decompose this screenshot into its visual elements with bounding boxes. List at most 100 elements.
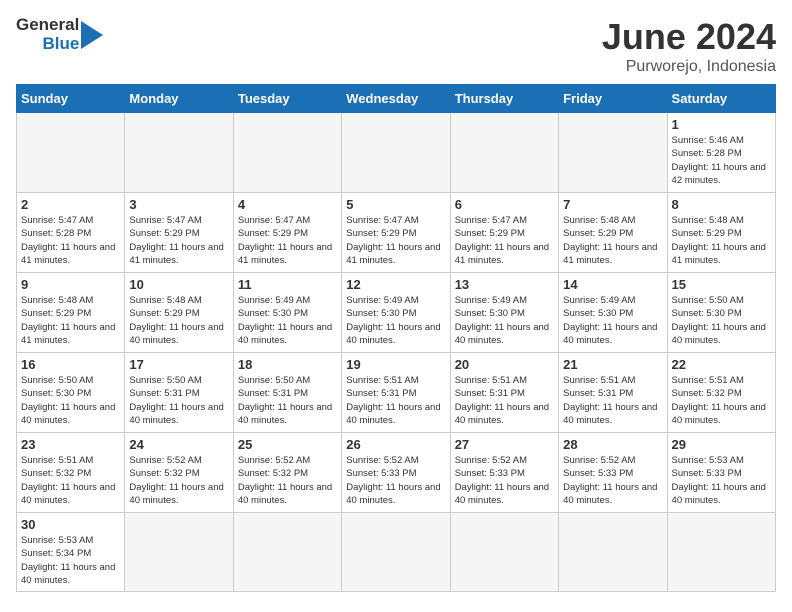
calendar-title: June 2024 [602, 16, 776, 58]
day-info: Sunrise: 5:51 AM Sunset: 5:32 PM Dayligh… [672, 374, 771, 427]
day-info: Sunrise: 5:51 AM Sunset: 5:31 PM Dayligh… [563, 374, 662, 427]
table-row [342, 513, 450, 592]
table-row: 24 Sunrise: 5:52 AM Sunset: 5:32 PM Dayli… [125, 433, 233, 513]
table-row: 23 Sunrise: 5:51 AM Sunset: 5:32 PM Dayli… [17, 433, 125, 513]
day-info: Sunrise: 5:47 AM Sunset: 5:29 PM Dayligh… [455, 214, 554, 267]
day-number: 13 [455, 277, 554, 292]
day-info: Sunrise: 5:50 AM Sunset: 5:30 PM Dayligh… [672, 294, 771, 347]
table-row: 12 Sunrise: 5:49 AM Sunset: 5:30 PM Dayli… [342, 273, 450, 353]
day-info: Sunrise: 5:47 AM Sunset: 5:28 PM Dayligh… [21, 214, 120, 267]
day-info: Sunrise: 5:53 AM Sunset: 5:33 PM Dayligh… [672, 454, 771, 507]
day-number: 9 [21, 277, 120, 292]
table-row: 29 Sunrise: 5:53 AM Sunset: 5:33 PM Dayli… [667, 433, 775, 513]
day-number: 15 [672, 277, 771, 292]
header-friday: Friday [559, 85, 667, 113]
table-row: 13 Sunrise: 5:49 AM Sunset: 5:30 PM Dayli… [450, 273, 558, 353]
day-info: Sunrise: 5:52 AM Sunset: 5:32 PM Dayligh… [129, 454, 228, 507]
day-number: 29 [672, 437, 771, 452]
table-row [559, 113, 667, 193]
day-number: 12 [346, 277, 445, 292]
day-info: Sunrise: 5:48 AM Sunset: 5:29 PM Dayligh… [129, 294, 228, 347]
day-number: 3 [129, 197, 228, 212]
table-row [233, 113, 341, 193]
table-row: 30 Sunrise: 5:53 AM Sunset: 5:34 PM Dayli… [17, 513, 125, 592]
title-block: June 2024 Purworejo, Indonesia [602, 16, 776, 76]
days-header-row: Sunday Monday Tuesday Wednesday Thursday… [17, 85, 776, 113]
table-row: 21 Sunrise: 5:51 AM Sunset: 5:31 PM Dayli… [559, 353, 667, 433]
table-row: 8 Sunrise: 5:48 AM Sunset: 5:29 PM Daylig… [667, 193, 775, 273]
table-row: 16 Sunrise: 5:50 AM Sunset: 5:30 PM Dayli… [17, 353, 125, 433]
table-row: 25Sunrise: 5:52 AM Sunset: 5:32 PM Dayli… [233, 433, 341, 513]
day-number: 21 [563, 357, 662, 372]
table-row: 4 Sunrise: 5:47 AM Sunset: 5:29 PM Daylig… [233, 193, 341, 273]
header-saturday: Saturday [667, 85, 775, 113]
day-info: Sunrise: 5:48 AM Sunset: 5:29 PM Dayligh… [672, 214, 771, 267]
day-number: 30 [21, 517, 120, 532]
day-number: 16 [21, 357, 120, 372]
day-info: Sunrise: 5:47 AM Sunset: 5:29 PM Dayligh… [238, 214, 337, 267]
calendar-location: Purworejo, Indonesia [602, 58, 776, 76]
day-number: 18 [238, 357, 337, 372]
table-row: 9 Sunrise: 5:48 AM Sunset: 5:29 PM Daylig… [17, 273, 125, 353]
day-info: Sunrise: 5:49 AM Sunset: 5:30 PM Dayligh… [238, 294, 337, 347]
day-number: 6 [455, 197, 554, 212]
day-info: Sunrise: 5:53 AM Sunset: 5:34 PM Dayligh… [21, 534, 120, 587]
day-info: Sunrise: 5:47 AM Sunset: 5:29 PM Dayligh… [129, 214, 228, 267]
table-row [450, 113, 558, 193]
day-number: 19 [346, 357, 445, 372]
table-row [125, 113, 233, 193]
day-info: Sunrise: 5:52 AM Sunset: 5:32 PM Dayligh… [238, 454, 337, 507]
header-thursday: Thursday [450, 85, 558, 113]
table-row [342, 113, 450, 193]
table-row: 10Sunrise: 5:48 AM Sunset: 5:29 PM Dayli… [125, 273, 233, 353]
header: General Blue June 2024 Purworejo, Indone… [16, 16, 776, 76]
table-row: 27Sunrise: 5:52 AM Sunset: 5:33 PM Dayli… [450, 433, 558, 513]
day-number: 23 [21, 437, 120, 452]
table-row [667, 513, 775, 592]
day-number: 28 [563, 437, 662, 452]
day-info: Sunrise: 5:51 AM Sunset: 5:31 PM Dayligh… [455, 374, 554, 427]
day-number: 24 [129, 437, 228, 452]
day-number: 5 [346, 197, 445, 212]
day-info: Sunrise: 5:46 AM Sunset: 5:28 PM Dayligh… [672, 134, 771, 187]
table-row: 2Sunrise: 5:47 AM Sunset: 5:28 PM Daylig… [17, 193, 125, 273]
table-row: 14 Sunrise: 5:49 AM Sunset: 5:30 PM Dayli… [559, 273, 667, 353]
day-info: Sunrise: 5:49 AM Sunset: 5:30 PM Dayligh… [346, 294, 445, 347]
table-row [450, 513, 558, 592]
table-row: 3 Sunrise: 5:47 AM Sunset: 5:29 PM Daylig… [125, 193, 233, 273]
table-row: 7Sunrise: 5:48 AM Sunset: 5:29 PM Daylig… [559, 193, 667, 273]
table-row: 20Sunrise: 5:51 AM Sunset: 5:31 PM Dayli… [450, 353, 558, 433]
logo: General Blue [16, 16, 103, 53]
logo-general-text: General [16, 16, 79, 35]
header-tuesday: Tuesday [233, 85, 341, 113]
table-row: 1Sunrise: 5:46 AM Sunset: 5:28 PM Daylig… [667, 113, 775, 193]
table-row: 6 Sunrise: 5:47 AM Sunset: 5:29 PM Daylig… [450, 193, 558, 273]
day-info: Sunrise: 5:52 AM Sunset: 5:33 PM Dayligh… [455, 454, 554, 507]
calendar-table: Sunday Monday Tuesday Wednesday Thursday… [16, 84, 776, 592]
day-number: 8 [672, 197, 771, 212]
day-number: 14 [563, 277, 662, 292]
day-info: Sunrise: 5:48 AM Sunset: 5:29 PM Dayligh… [21, 294, 120, 347]
day-info: Sunrise: 5:50 AM Sunset: 5:31 PM Dayligh… [238, 374, 337, 427]
header-monday: Monday [125, 85, 233, 113]
day-number: 22 [672, 357, 771, 372]
table-row: 11Sunrise: 5:49 AM Sunset: 5:30 PM Dayli… [233, 273, 341, 353]
calendar-wrapper: General Blue June 2024 Purworejo, Indone… [0, 0, 792, 612]
table-row: 18 Sunrise: 5:50 AM Sunset: 5:31 PM Dayli… [233, 353, 341, 433]
day-info: Sunrise: 5:50 AM Sunset: 5:30 PM Dayligh… [21, 374, 120, 427]
day-number: 4 [238, 197, 337, 212]
day-number: 26 [346, 437, 445, 452]
day-number: 17 [129, 357, 228, 372]
table-row: 17Sunrise: 5:50 AM Sunset: 5:31 PM Dayli… [125, 353, 233, 433]
table-row [125, 513, 233, 592]
header-wednesday: Wednesday [342, 85, 450, 113]
day-info: Sunrise: 5:51 AM Sunset: 5:32 PM Dayligh… [21, 454, 120, 507]
day-info: Sunrise: 5:47 AM Sunset: 5:29 PM Dayligh… [346, 214, 445, 267]
table-row: 19Sunrise: 5:51 AM Sunset: 5:31 PM Dayli… [342, 353, 450, 433]
table-row [17, 113, 125, 193]
table-row: 28Sunrise: 5:52 AM Sunset: 5:33 PM Dayli… [559, 433, 667, 513]
day-info: Sunrise: 5:49 AM Sunset: 5:30 PM Dayligh… [563, 294, 662, 347]
table-row: 5 Sunrise: 5:47 AM Sunset: 5:29 PM Daylig… [342, 193, 450, 273]
day-info: Sunrise: 5:49 AM Sunset: 5:30 PM Dayligh… [455, 294, 554, 347]
table-row: 26Sunrise: 5:52 AM Sunset: 5:33 PM Dayli… [342, 433, 450, 513]
